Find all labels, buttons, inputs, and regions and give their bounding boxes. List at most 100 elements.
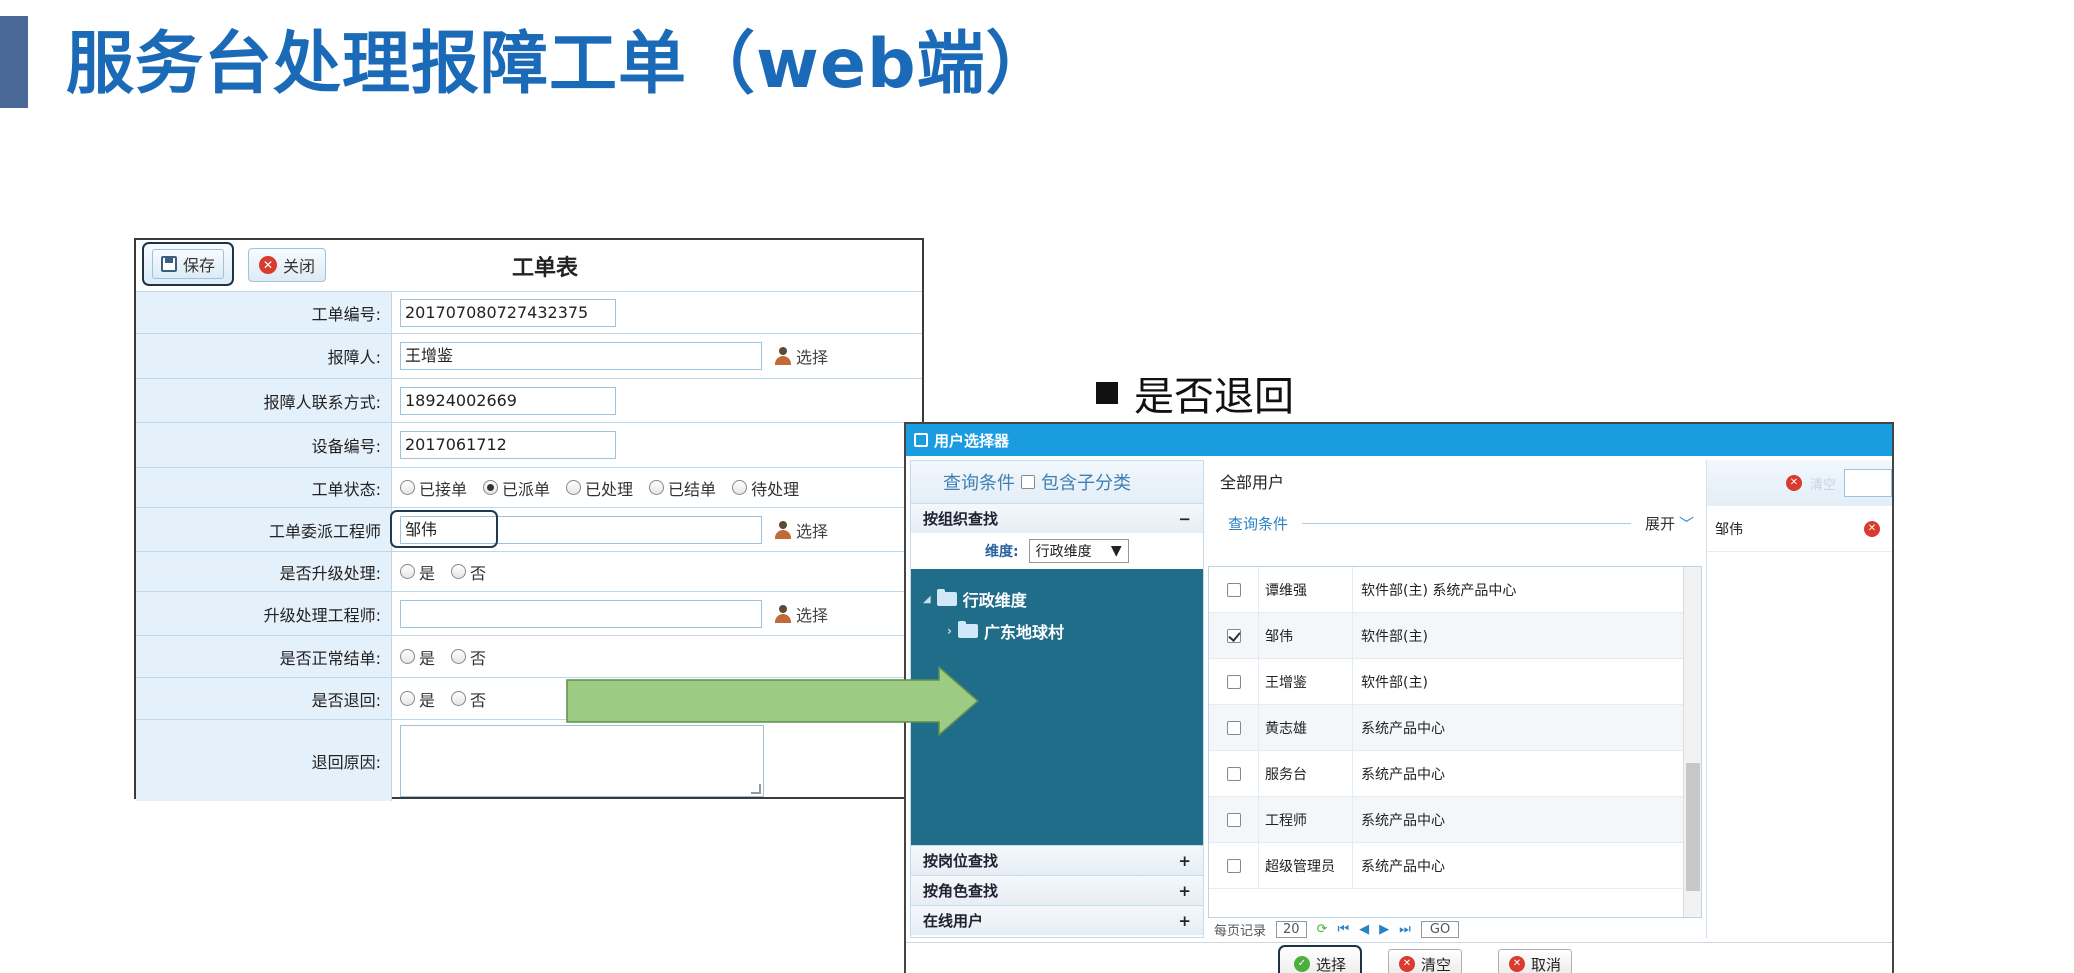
row-checkbox[interactable]: [1226, 628, 1241, 643]
per-page-label: 每页记录: [1214, 923, 1267, 939]
save-button[interactable]: 保存: [142, 242, 235, 286]
expand-icon[interactable]: +: [1178, 912, 1191, 930]
prev-page-icon[interactable]: ◀: [1359, 922, 1369, 937]
user-org: 软件部(主) 系统产品中心: [1361, 582, 1517, 599]
folder-icon: [957, 621, 978, 638]
dialog-titlebar[interactable]: 用户选择器: [906, 424, 1892, 456]
upgrade-engineer-label: 升级处理工程师:: [136, 592, 392, 635]
upgrade-label: 是否升级处理:: [136, 552, 392, 591]
clear-icon: ✕: [1399, 956, 1415, 972]
select-label: 选择: [796, 348, 829, 367]
by-post-section[interactable]: 按岗位查找 +: [911, 845, 1203, 875]
collapse-icon[interactable]: −: [1178, 510, 1191, 528]
row-checkbox[interactable]: [1226, 674, 1241, 689]
reporter-input[interactable]: 王增鉴: [400, 342, 762, 370]
expand-icon[interactable]: +: [1178, 882, 1191, 900]
next-page-icon[interactable]: ▶: [1379, 922, 1389, 937]
save-label: 保存: [183, 256, 216, 275]
table-row[interactable]: 服务台 系统产品中心: [1209, 751, 1701, 797]
online-users-section[interactable]: 在线用户 +: [911, 905, 1203, 935]
row-checkbox[interactable]: [1226, 812, 1241, 827]
window-icon: [914, 433, 928, 447]
save-icon: [161, 256, 177, 272]
user-list-pane: 全部用户 查询条件 展开 ﹀ 谭维强 软件部(主) 系统产品中心 邹伟 软件部(主) 王…: [1208, 460, 1702, 938]
users-icon: [774, 604, 792, 623]
table-row[interactable]: 王增鉴 软件部(主): [1209, 659, 1701, 705]
include-sub-checkbox[interactable]: [1021, 475, 1035, 489]
status-radio-group: 已接单 已派单 已处理 已结单 待处理: [392, 468, 922, 507]
by-post-label: 按岗位查找: [923, 852, 999, 870]
normal-close-no[interactable]: 否: [451, 645, 486, 669]
grid-scrollbar[interactable]: [1683, 567, 1701, 917]
selected-filter-input[interactable]: [1844, 469, 1892, 497]
remove-icon[interactable]: ✕: [1864, 520, 1880, 537]
clear-button[interactable]: ✕ 清空: [1388, 949, 1463, 973]
reporter-select-button[interactable]: 选择: [774, 344, 828, 368]
tree-child-label: 广东地球村: [983, 623, 1064, 642]
clear-label: 清空: [1421, 955, 1452, 973]
row-engineer: 工单委派工程师 邹伟 选择: [136, 508, 922, 552]
expand-button[interactable]: 展开 ﹀: [1645, 513, 1694, 534]
status-option-pending[interactable]: 待处理: [732, 476, 799, 500]
order-no-input[interactable]: 201707080727432375: [400, 298, 616, 327]
tree-node-root[interactable]: ◢ 行政维度: [911, 583, 1203, 615]
row-checkbox[interactable]: [1226, 858, 1241, 873]
green-arrow-icon: [566, 666, 980, 736]
select-button[interactable]: ✓ 选择: [1278, 945, 1363, 973]
returned-no[interactable]: 否: [451, 687, 486, 711]
by-role-section[interactable]: 按角色查找 +: [911, 875, 1203, 905]
refresh-icon[interactable]: ⟳: [1317, 922, 1328, 937]
cancel-button[interactable]: ✕ 取消: [1498, 949, 1573, 973]
tree-node-child[interactable]: › 广东地球村: [911, 615, 1203, 647]
engineer-highlight: [390, 510, 498, 548]
check-icon: ✓: [1294, 956, 1310, 972]
chevron-down-icon: ﹀: [1678, 514, 1694, 533]
engineer-select-button[interactable]: 选择: [774, 518, 828, 542]
per-page-select[interactable]: 20: [1276, 920, 1307, 938]
upgrade-yes[interactable]: 是: [400, 560, 435, 584]
reporter-contact-label: 报障人联系方式:: [136, 379, 392, 422]
by-org-section[interactable]: 按组织查找 −: [911, 503, 1203, 533]
row-checkbox[interactable]: [1226, 766, 1241, 781]
upgrade-engineer-select-button[interactable]: 选择: [774, 602, 828, 626]
close-button[interactable]: ✕ 关闭: [248, 248, 327, 282]
upgrade-engineer-input[interactable]: [400, 599, 762, 628]
user-name: 王增鉴: [1259, 659, 1353, 704]
table-row[interactable]: 谭维强 软件部(主) 系统产品中心: [1209, 567, 1701, 613]
normal-close-yes[interactable]: 是: [400, 645, 435, 669]
row-reporter-contact: 报障人联系方式: 18924002669: [136, 379, 922, 423]
folder-open-icon: [936, 589, 957, 606]
status-option-accepted[interactable]: 已接单: [400, 476, 467, 500]
table-row[interactable]: 黄志雄 系统产品中心: [1209, 705, 1701, 751]
clear-label[interactable]: 清空: [1810, 474, 1836, 493]
status-option-closed[interactable]: 已结单: [649, 476, 716, 500]
go-button[interactable]: GO: [1420, 920, 1460, 938]
expand-icon[interactable]: +: [1178, 852, 1191, 870]
tree-root-label: 行政维度: [962, 591, 1027, 610]
table-row[interactable]: 邹伟 软件部(主): [1209, 613, 1701, 659]
user-picker-dialog: 用户选择器 查询条件 包含子分类 按组织查找 − 维度: 行政维度 ▼ ◢ 行政…: [904, 422, 1894, 973]
bullet-point: 是否退回: [1096, 364, 1294, 422]
clear-icon[interactable]: ✕: [1785, 475, 1802, 491]
returned-label: 是否退回:: [136, 678, 392, 719]
row-order-no: 工单编号: 201707080727432375: [136, 292, 922, 334]
table-row[interactable]: 工程师 系统产品中心: [1209, 797, 1701, 843]
row-status: 工单状态: 已接单 已派单 已处理 已结单 待处理: [136, 468, 922, 508]
device-no-input[interactable]: 2017061712: [400, 431, 616, 459]
upgrade-no[interactable]: 否: [451, 560, 486, 584]
table-row[interactable]: 超级管理员 系统产品中心: [1209, 843, 1701, 889]
first-page-icon[interactable]: ⏮: [1337, 922, 1349, 937]
reporter-contact-input[interactable]: 18924002669: [400, 386, 616, 415]
row-checkbox[interactable]: [1226, 720, 1241, 735]
form-title: 工单表: [512, 256, 579, 281]
status-option-dispatched[interactable]: 已派单: [483, 476, 550, 500]
last-page-icon[interactable]: ⏭: [1399, 922, 1411, 937]
status-option-processed[interactable]: 已处理: [566, 476, 633, 500]
returned-yes[interactable]: 是: [400, 687, 435, 711]
user-org: 系统产品中心: [1361, 858, 1445, 875]
dimension-select[interactable]: 行政维度 ▼: [1028, 539, 1129, 563]
user-org: 系统产品中心: [1361, 720, 1445, 737]
dimension-row: 维度: 行政维度 ▼: [911, 533, 1203, 569]
user-org: 软件部(主): [1361, 628, 1428, 645]
row-checkbox[interactable]: [1226, 582, 1241, 597]
